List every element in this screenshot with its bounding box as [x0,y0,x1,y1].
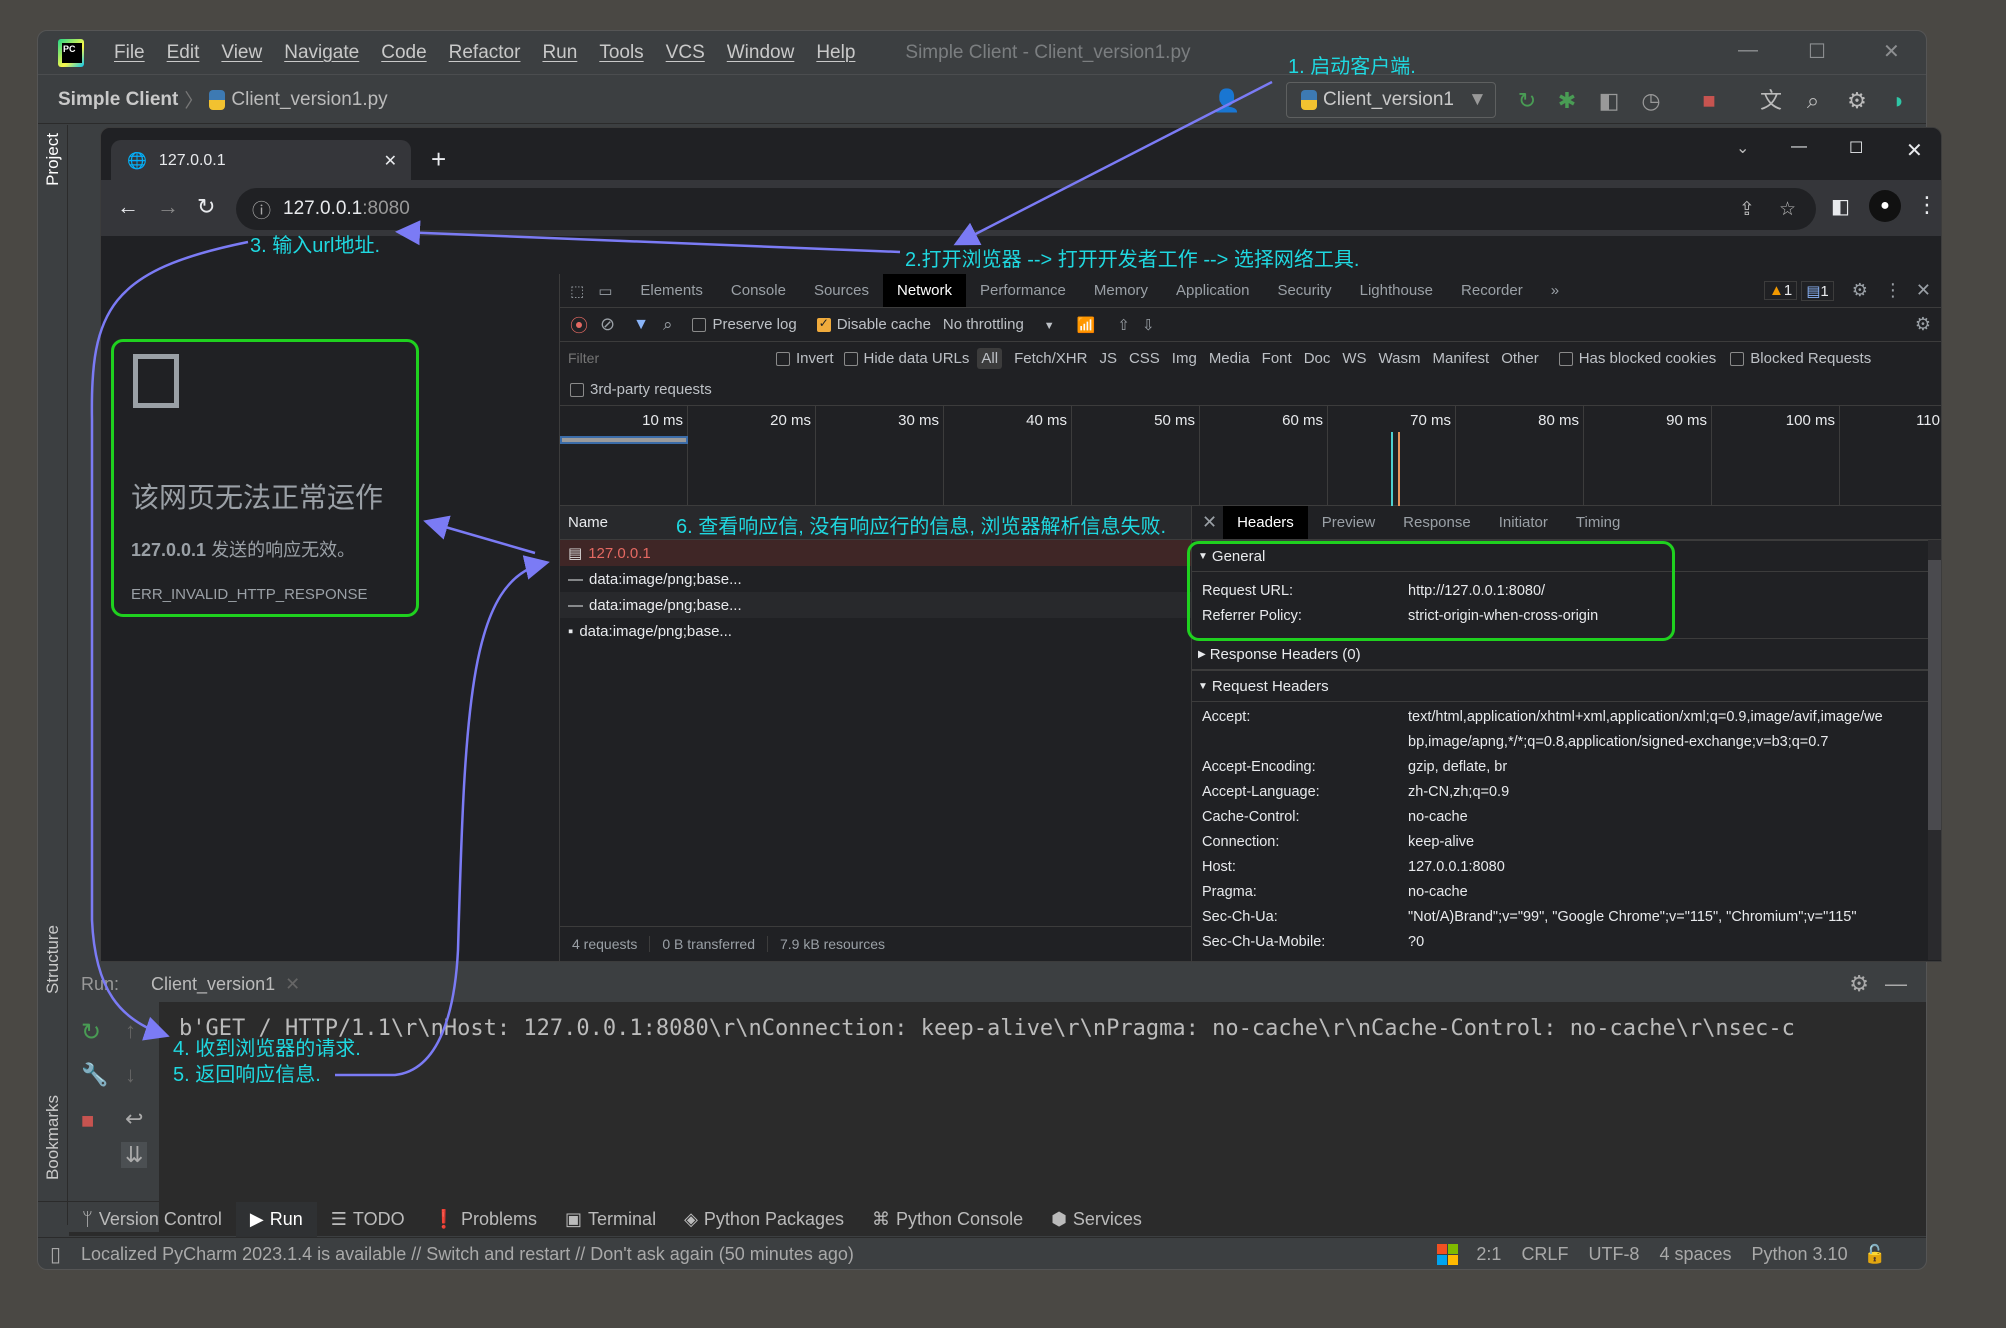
arrow-step6 [423,515,536,555]
arrow-step5 [335,555,550,1077]
annotation-arrows [90,80,1273,1077]
arrow-step1 [953,80,1273,246]
annotation-step6: 6. 查看响应信, 没有响应行的信息, 浏览器解析信息失败. [676,516,1167,538]
annotation-step1: 1. 启动客户端. [1288,56,1416,78]
arrow-step2 [395,220,901,254]
annotation-step2: 2.打开浏览器 --> 打开开发者工作 --> 选择网络工具. [905,249,1360,271]
annotation-step5: 5. 返回响应信息. [173,1064,321,1086]
arrow-step3 [90,240,249,1041]
annotation-step3: 3. 输入url地址. [250,235,381,257]
annotation-step4: 4. 收到浏览器的请求. [173,1038,361,1060]
